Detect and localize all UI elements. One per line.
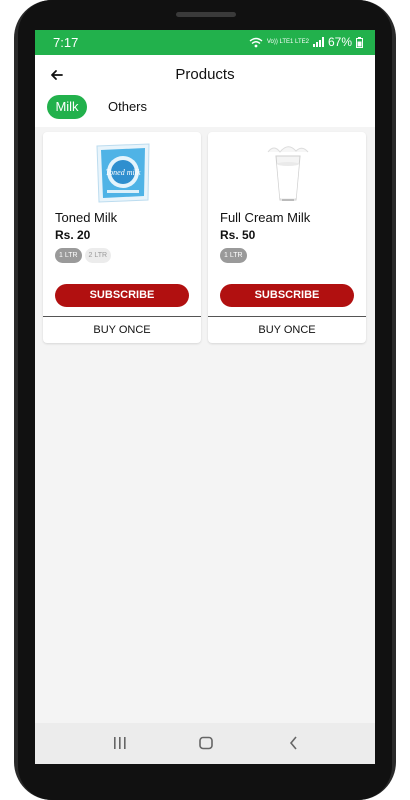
product-price: Rs. 50: [220, 228, 256, 242]
product-price: Rs. 20: [55, 228, 91, 242]
card-divider: [208, 316, 366, 317]
nav-back-icon[interactable]: [284, 733, 304, 753]
milk-glass-icon: [267, 146, 309, 201]
buy-once-button[interactable]: BUY ONCE: [208, 319, 366, 341]
variant-chip[interactable]: 2 LTR: [84, 248, 112, 263]
milk-pouch-icon: Toned milk: [96, 143, 150, 203]
network-label: Vo)) LTE1 LTE2: [266, 39, 309, 45]
status-bar: 7:17 Vo)) LTE1 LTE2 67%: [35, 30, 375, 55]
product-card[interactable]: Full Cream Milk Rs. 50 1 LTR SUBSCRIBE B…: [208, 132, 366, 343]
recent-apps-icon[interactable]: [110, 733, 130, 753]
app-bar: Products: [35, 55, 375, 95]
tab-milk[interactable]: Milk: [47, 95, 87, 119]
battery-percent: 67%: [327, 35, 352, 49]
product-name: Toned Milk: [55, 210, 118, 225]
card-divider: [43, 316, 201, 317]
buy-once-button[interactable]: BUY ONCE: [43, 319, 201, 341]
subscribe-button[interactable]: SUBSCRIBE: [220, 284, 354, 307]
product-card[interactable]: Toned milk Toned Milk Rs. 20 1 LTR 2 LTR…: [43, 132, 201, 343]
battery-icon: [356, 36, 363, 48]
pouch-brand-text: Toned milk: [105, 168, 140, 177]
system-nav-bar: [35, 723, 375, 764]
page-title: Products: [175, 66, 235, 83]
app-screen: 7:17 Vo)) LTE1 LTE2 67% Products Milk Ot…: [35, 30, 375, 764]
wifi-icon: [249, 37, 263, 47]
variant-chips: 1 LTR: [220, 248, 247, 263]
home-icon[interactable]: [196, 733, 216, 753]
tab-others[interactable]: Others: [108, 95, 147, 119]
signal-icon: [312, 37, 324, 47]
category-tabs: Milk Others: [35, 95, 375, 127]
variant-chips: 1 LTR 2 LTR: [55, 248, 112, 263]
status-icons: Vo)) LTE1 LTE2 67%: [249, 35, 363, 49]
variant-chip[interactable]: 1 LTR: [55, 248, 82, 263]
subscribe-button[interactable]: SUBSCRIBE: [55, 284, 189, 307]
product-name: Full Cream Milk: [220, 210, 311, 225]
status-time: 7:17: [53, 35, 79, 50]
phone-speaker: [176, 12, 236, 17]
variant-chip[interactable]: 1 LTR: [220, 248, 247, 263]
